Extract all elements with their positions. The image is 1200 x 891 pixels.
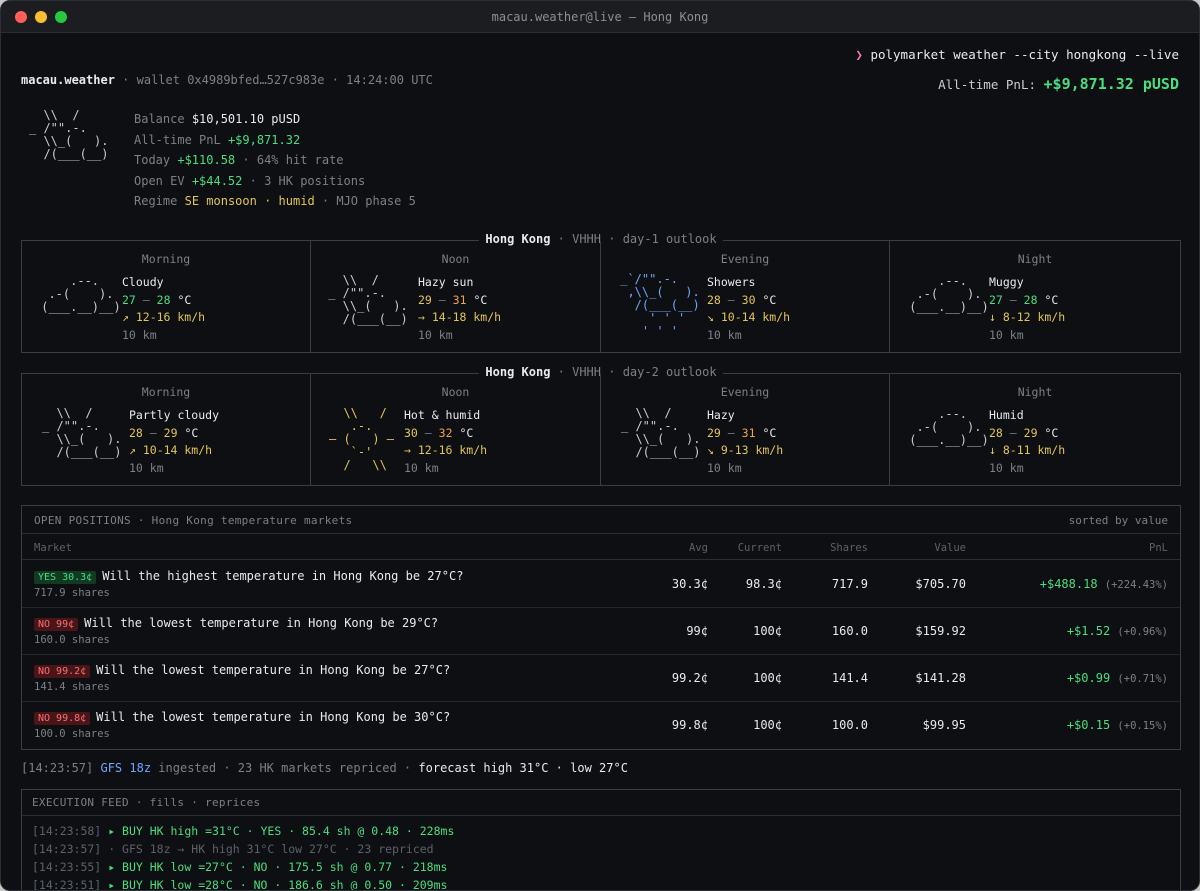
balance-line: Balance $10,501.10 pUSD	[134, 112, 301, 126]
feed-line: [14:23:57] · GFS 18z → HK high 31°C low …	[32, 842, 434, 856]
positions-title: OPEN POSITIONS · Hong Kong temperature m…	[34, 514, 353, 527]
pnl-value: +$9,871.32 pUSD	[1043, 75, 1179, 93]
feed-line: [14:23:51] ▸ BUY HK low =28°C · NO · 186…	[32, 878, 448, 891]
feed-title: EXECUTION FEED · fills · reprices	[32, 796, 261, 809]
forecast-cell-evening: Evening \\ / _ /"".-. \\_( ). /(___(__) …	[601, 374, 890, 485]
forecast-cell-noon: Noon \\ / _ /"".-. \\_( ). /(___(__) Haz…	[311, 241, 601, 352]
cloud-icon: .--. .-( ). (___.__)__)	[909, 407, 989, 447]
col-avg[interactable]: Avg	[689, 542, 708, 554]
forecast-cell-morning: Morning \\ / _ /"".-. \\_( ). /(___(__) …	[22, 374, 311, 485]
position-row[interactable]: YES 30.3¢ Will the highest temperature in…	[22, 561, 1180, 608]
col-pnl[interactable]: PnL	[1149, 542, 1168, 554]
position-row[interactable]: NO 99.8¢ Will the lowest temperature in H…	[22, 702, 1180, 749]
col-current[interactable]: Current	[738, 542, 782, 554]
col-value[interactable]: Value	[934, 542, 966, 554]
hazy-sun-icon: \\ / _ /"".-. \\_( ). /(___(__)	[328, 273, 408, 326]
position-row[interactable]: NO 99¢ Will the lowest temperature in Hon…	[22, 608, 1180, 655]
forecast-cell-night: Night .--. .-( ). (___.__)__) Muggy 27 –…	[890, 241, 1180, 352]
terminal-window: macau.weather@live — Hong Kong ❯ polymar…	[0, 0, 1200, 891]
forecast-cell-night: Night .--. .-( ). (___.__)__) Humid 28 –…	[890, 374, 1180, 485]
weather-ascii-icon: \\ / _ /"".-. \\_( ). /(___(__)	[29, 108, 109, 161]
col-market[interactable]: Market	[34, 542, 72, 554]
forecast-cell-morning: Morning .--. .-( ). (___.__)__) Cloudy 2…	[22, 241, 311, 352]
ingest-status-line: [14:23:57] GFS 18z ingested · 23 HK mark…	[21, 761, 628, 775]
clock: 14:24:00 UTC	[346, 73, 433, 87]
sun-icon: \\ / .-. ― ( ) ― `-' / \\	[329, 406, 395, 472]
alltime-pnl-line: All-time PnL +$9,871.32	[134, 132, 301, 147]
feed-log: [14:23:58] ▸ BUY HK high =31°C · YES · 8…	[32, 822, 455, 891]
day1-outlook-panel: Hong Kong · VHHH · day-1 outlook Morning…	[21, 232, 1181, 353]
feed-line: [14:23:58] ▸ BUY HK high =31°C · YES · 8…	[32, 824, 455, 838]
showers-icon: _`/"".-. ,\\_( ). /(___(__) ' ' ' ' ' '	[620, 272, 700, 338]
window-title: macau.weather@live — Hong Kong	[491, 10, 709, 24]
pnl-label: All-time PnL:	[938, 77, 1036, 92]
title-bar: macau.weather@live — Hong Kong	[1, 1, 1199, 33]
partly-cloudy-icon: \\ / _ /"".-. \\_( ). /(___(__)	[42, 406, 122, 459]
side-badge: NO 99.8¢	[34, 712, 91, 725]
hazy-icon: \\ / _ /"".-. \\_( ). /(___(__)	[621, 406, 701, 459]
alltime-pnl-readout: All-time PnL: +$9,871.32 pUSD	[938, 75, 1179, 93]
side-badge: YES 30.3¢	[34, 571, 97, 584]
feed-line: [14:23:55] ▸ BUY HK low =27°C · NO · 175…	[32, 860, 448, 874]
col-shares[interactable]: Shares	[830, 542, 868, 554]
wallet-address: wallet 0x4989bfed…527c983e	[136, 73, 325, 87]
sort-indicator[interactable]: sorted by value	[1069, 514, 1168, 527]
cloud-icon: .--. .-( ). (___.__)__)	[41, 274, 121, 314]
side-badge: NO 99.2¢	[34, 665, 91, 678]
execution-feed-panel: EXECUTION FEED · fills · reprices [14:23…	[21, 789, 1181, 891]
side-badge: NO 99¢	[34, 618, 79, 631]
cloud-icon: .--. .-( ). (___.__)__)	[909, 274, 989, 314]
positions-column-headers: Market Avg Current Shares Value PnL	[22, 534, 1180, 560]
position-row[interactable]: NO 99.2¢ Will the lowest temperature in H…	[22, 655, 1180, 702]
open-ev-line: Open EV +$44.52 · 3 HK positions	[134, 173, 366, 188]
forecast-cell-noon: Noon \\ / .-. ― ( ) ― `-' / \\ Hot & hum…	[311, 374, 601, 485]
forecast-cell-evening: Evening _`/"".-. ,\\_( ). /(___(__) ' ' …	[601, 241, 890, 352]
open-positions-panel: OPEN POSITIONS · Hong Kong temperature m…	[21, 505, 1181, 750]
regime-line: Regime SE monsoon · humid · MJO phase 5	[134, 194, 416, 208]
command-text: polymarket weather --city hongkong --liv…	[870, 47, 1179, 62]
command-line: ❯ polymarket weather --city hongkong --l…	[855, 47, 1179, 62]
prompt-chevron-icon: ❯	[855, 47, 863, 62]
today-line: Today +$110.58 · 64% hit rate	[134, 153, 344, 167]
app-name: macau.weather	[21, 73, 115, 87]
status-header: macau.weather · wallet 0x4989bfed…527c98…	[21, 73, 433, 87]
day2-outlook-panel: Hong Kong · VHHH · day-2 outlook Morning…	[21, 365, 1181, 486]
account-summary: \\ / _ /"".-. \\_( ). /(___(__) Balance …	[21, 103, 721, 213]
